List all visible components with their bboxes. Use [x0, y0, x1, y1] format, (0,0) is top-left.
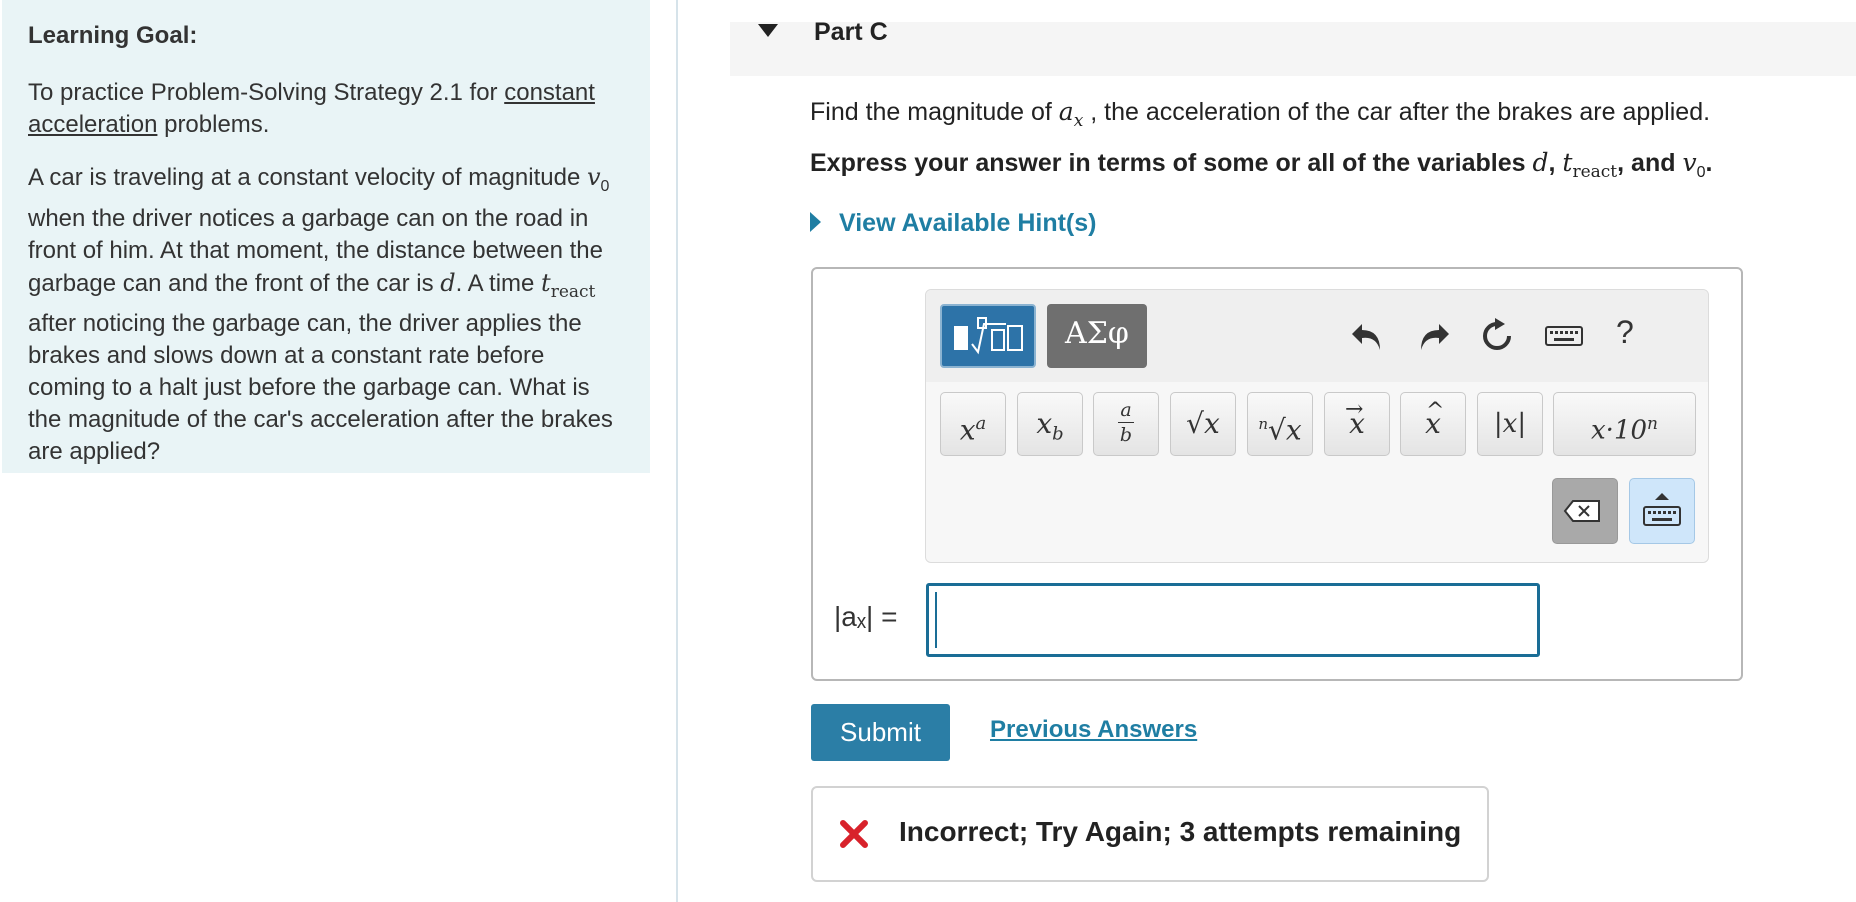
answer-input[interactable]: [926, 583, 1540, 657]
absolute-value-key[interactable]: |x|: [1477, 392, 1543, 456]
express-t-sub: react: [1572, 162, 1618, 182]
question-suffix: , the acceleration of the car after the …: [1090, 98, 1711, 126]
part-title: Part C: [814, 18, 888, 46]
text-cursor: [935, 592, 937, 648]
help-button[interactable]: ?: [1616, 314, 1634, 351]
superscript-key[interactable]: xa: [940, 392, 1006, 456]
express-comma: ,: [1548, 149, 1556, 177]
problem-statement: A car is traveling at a constant velocit…: [28, 161, 624, 468]
answer-label: |aₓ| =: [834, 601, 898, 632]
learning-goal-intro: To practice Problem-Solving Strategy 2.1…: [28, 77, 624, 141]
vector-key[interactable]: x →: [1324, 392, 1390, 456]
greek-tab[interactable]: ΑΣφ: [1047, 304, 1147, 368]
submit-button[interactable]: Submit: [811, 704, 950, 761]
part-header[interactable]: Part C: [730, 18, 1856, 76]
unit-vector-key[interactable]: x ^: [1400, 392, 1466, 456]
express-text: Express your answer in terms of some or …: [810, 149, 1526, 177]
express-and: , and: [1617, 149, 1676, 177]
question-prefix: Find the magnitude of: [810, 98, 1052, 126]
x-mark-icon: [840, 820, 868, 848]
v0-sub: 0: [600, 177, 610, 195]
undo-icon[interactable]: [1348, 316, 1388, 356]
view-hints-link[interactable]: View Available Hint(s): [810, 209, 1096, 238]
intro-text-end: problems.: [164, 111, 270, 138]
scientific-notation-key[interactable]: x·10n: [1553, 392, 1696, 456]
panel-divider: [676, 0, 678, 902]
caret-right-icon: [810, 212, 821, 232]
feedback-box: Incorrect; Try Again; 3 attempts remaini…: [811, 786, 1489, 882]
show-keyboard-key[interactable]: [1629, 478, 1695, 544]
backspace-icon: [1563, 500, 1600, 522]
learning-goal-panel: Learning Goal: To practice Problem-Solvi…: [2, 0, 650, 473]
subscript-key[interactable]: xb: [1017, 392, 1083, 456]
problem-text-1: A car is traveling at a constant velocit…: [28, 164, 581, 191]
t-var: t: [541, 268, 551, 297]
toolbar-top: [926, 290, 1708, 382]
reset-icon[interactable]: [1477, 316, 1517, 356]
nth-root-key[interactable]: n√x: [1247, 392, 1313, 456]
fraction-key[interactable]: a b: [1093, 392, 1159, 456]
learning-goal-heading: Learning Goal:: [28, 22, 198, 49]
ax-var: a: [1058, 97, 1074, 126]
problem-text-4: after noticing the garbage can, the driv…: [28, 309, 613, 465]
hint-label: View Available Hint(s): [839, 209, 1097, 237]
backspace-key[interactable]: [1552, 478, 1618, 544]
t-react-sub: react: [550, 281, 596, 302]
keyboard-icon[interactable]: [1542, 316, 1586, 356]
express-d-var: d: [1532, 148, 1549, 177]
math-toolbar: ΑΣφ ? xa xb a b √x n√x x → x ^ |x| x·10n: [925, 289, 1709, 563]
express-t-var: t: [1562, 148, 1573, 177]
express-instruction: Express your answer in terms of some or …: [810, 148, 1712, 182]
v0-var: v: [586, 163, 601, 191]
redo-icon[interactable]: [1413, 316, 1453, 356]
problem-text-3: . A time: [455, 269, 535, 297]
ax-sub: x: [1073, 111, 1084, 131]
express-v-var: v: [1682, 148, 1697, 177]
keyboard-up-icon: [1643, 493, 1681, 526]
express-period: .: [1705, 149, 1713, 177]
templates-icon: [954, 317, 1023, 355]
d-var: d: [440, 268, 456, 297]
sqrt-key[interactable]: √x: [1170, 392, 1236, 456]
intro-text: To practice Problem-Solving Strategy 2.1…: [28, 79, 498, 106]
previous-answers-link[interactable]: Previous Answers: [990, 716, 1197, 744]
feedback-text: Incorrect; Try Again; 3 attempts remaini…: [899, 816, 1462, 847]
question-text: Find the magnitude of ax , the accelerat…: [810, 97, 1710, 131]
caret-down-icon[interactable]: [758, 24, 778, 37]
templates-tab[interactable]: [940, 304, 1036, 368]
